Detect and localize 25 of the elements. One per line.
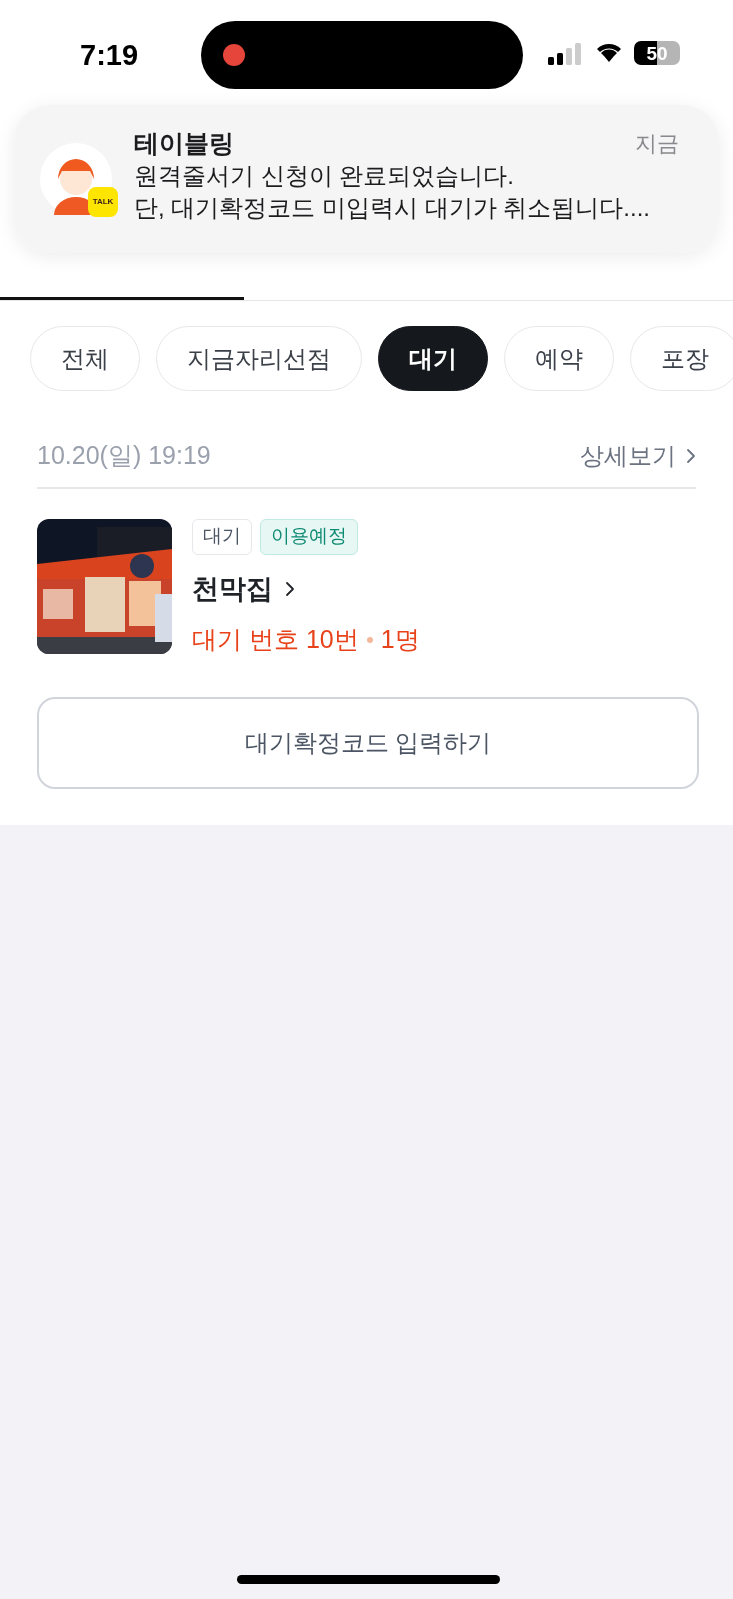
party-size: 1명 — [380, 624, 420, 655]
notification-time: 지금 — [635, 130, 679, 158]
signal-icon — [548, 42, 584, 66]
notification-message: 단, 대기확정코드 미입력시 대기가 취소됩니다.... — [134, 193, 651, 223]
queue-number: 대기 번호 10번 — [192, 624, 359, 655]
chevron-icon — [686, 447, 696, 464]
notification-app: 테이블링 — [134, 128, 234, 159]
filter-chip[interactable]: 대기 — [378, 326, 488, 391]
notification-card[interactable]: TALK 테이블링 지금 원격줄서기 신청이 완료되었습니다. 단, 대기확정코드 미입력시 대기가 취소됩니다.... — [14, 105, 719, 253]
booking-date: 10.20(일) 19:19 — [37, 440, 211, 471]
filter-chip[interactable]: 포장 — [630, 326, 733, 391]
chevron-icon — [285, 580, 295, 597]
filter-chip[interactable]: 지금자리선점 — [156, 326, 362, 391]
status-tag: 대기 — [192, 518, 252, 555]
code-entry-button[interactable]: 대기확정코드 입력하기 — [37, 696, 699, 789]
separator-dot — [366, 636, 373, 643]
store-name[interactable]: 천막집 — [192, 568, 420, 609]
filter-chip[interactable]: 전체 — [30, 326, 140, 391]
app-badge: TALK — [88, 187, 118, 217]
details-link[interactable]: 상세보기 — [580, 437, 696, 474]
filter-chip[interactable]: 예약 — [504, 326, 614, 391]
status-time: 7:19 — [80, 38, 139, 73]
notification-message: 원격줄서기 신청이 완료되었습니다. — [134, 161, 515, 191]
battery-level: 50 — [634, 41, 680, 65]
status-tag: 이용예정 — [260, 518, 358, 555]
